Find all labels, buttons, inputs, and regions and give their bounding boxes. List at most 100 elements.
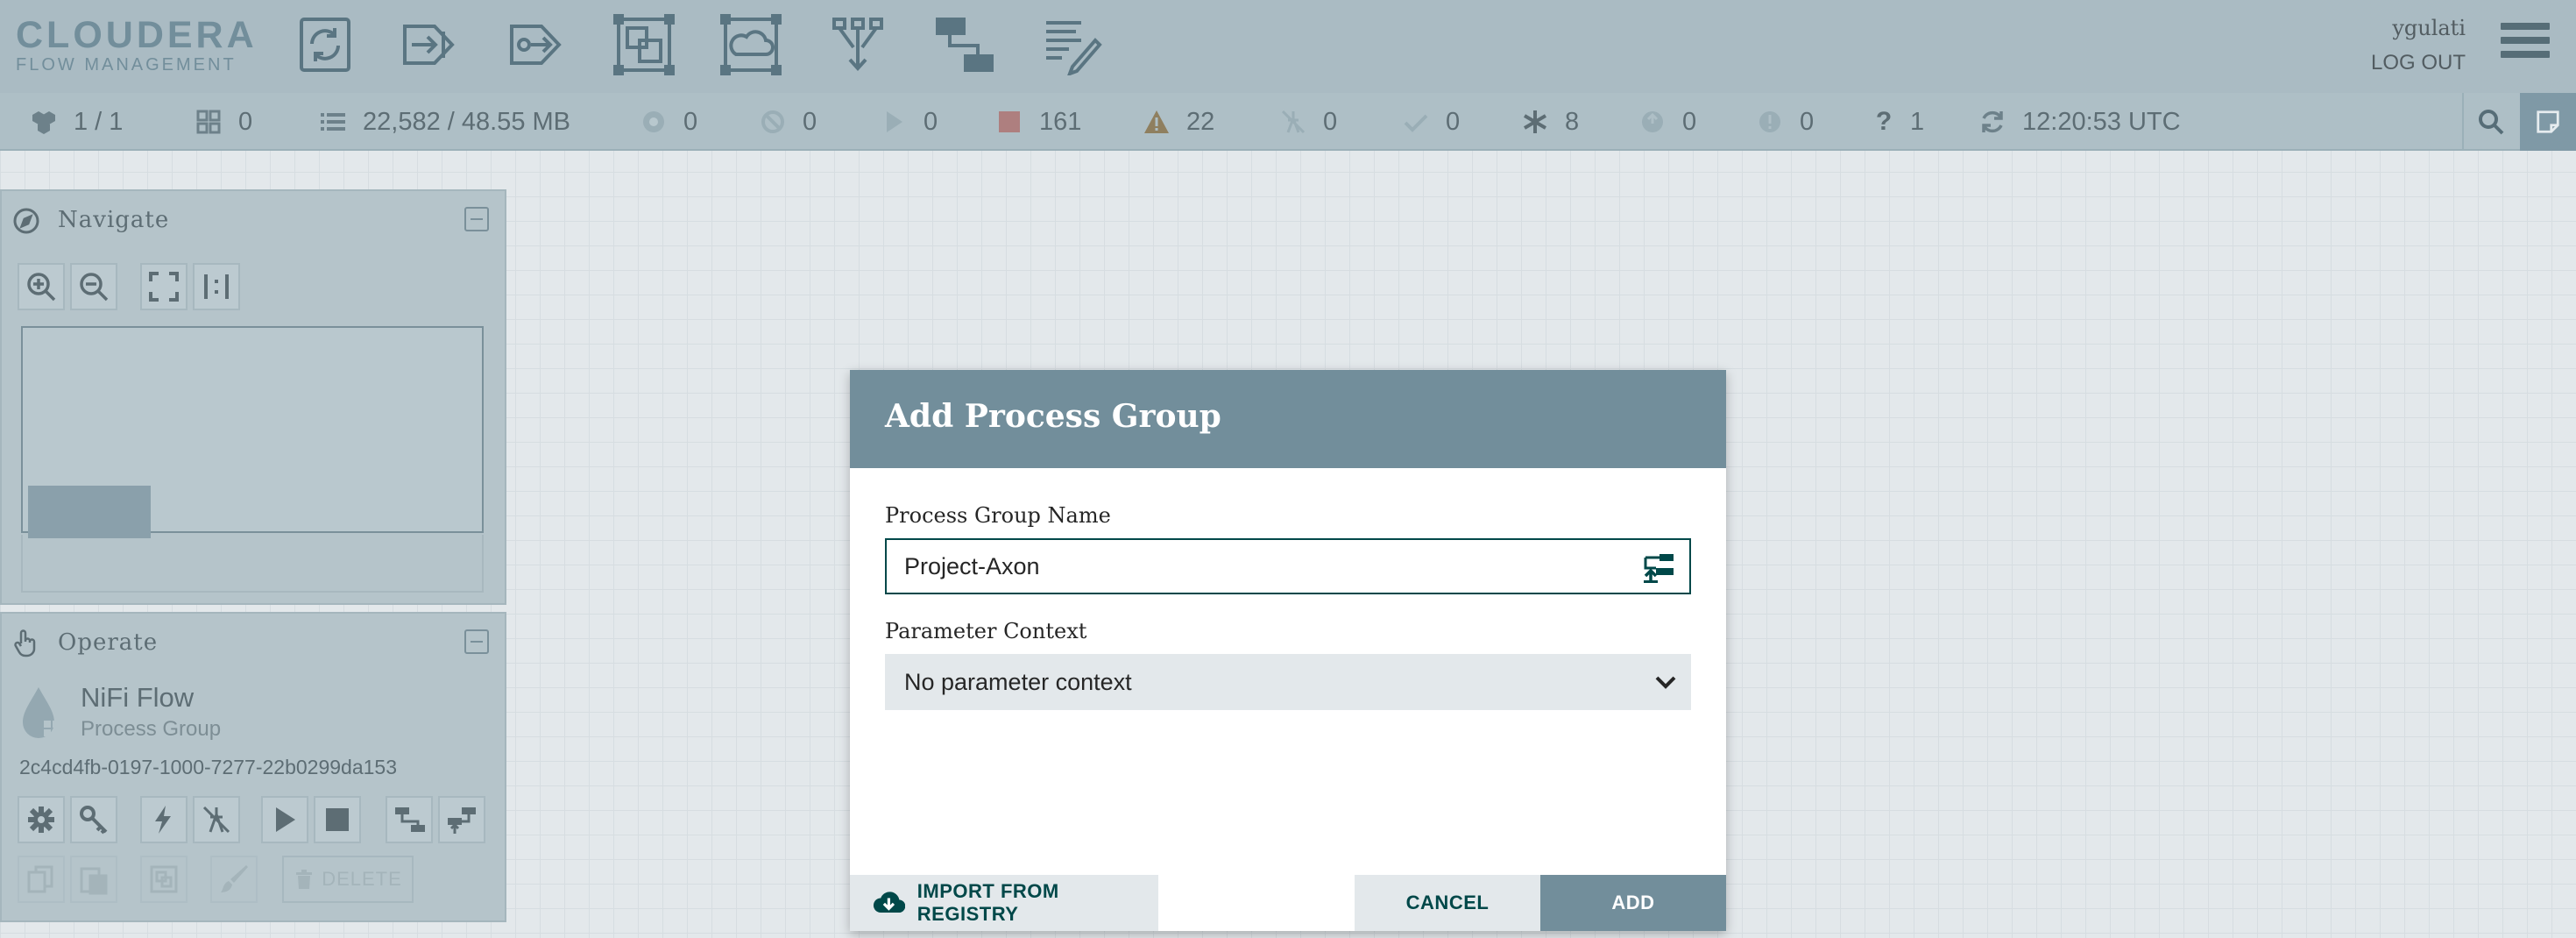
operate-collapse-button[interactable] (464, 629, 489, 654)
operate-component-id: 2c4cd4fb-0197-1000-7277-22b0299da153 (19, 756, 397, 778)
key-icon (80, 806, 108, 835)
stat-locally-modified-value: 8 (1565, 107, 1580, 136)
not-transmitting-icon (759, 108, 787, 136)
zoom-out-icon (80, 273, 109, 302)
stop-icon (326, 808, 349, 831)
stat-not-transmitting-rpg-value: 0 (803, 107, 817, 136)
logo-line1: CLOUDERA (16, 14, 258, 56)
sticky-note-icon (2537, 110, 2559, 133)
stat-locally-modified-stale-value: 0 (1800, 107, 1815, 136)
input-port-icon[interactable] (400, 14, 461, 75)
disable-button[interactable] (193, 796, 240, 843)
bulletin-board-button[interactable] (2520, 93, 2576, 151)
color-button[interactable] (210, 856, 258, 903)
output-port-icon[interactable] (506, 14, 568, 75)
asterisk-icon (1521, 108, 1549, 136)
template-upload-icon (448, 807, 476, 834)
check-icon (1402, 108, 1430, 136)
fit-button[interactable] (140, 263, 188, 310)
copy-icon (27, 865, 53, 893)
parameter-context-select[interactable]: No parameter context (885, 654, 1691, 710)
play-icon (276, 807, 295, 832)
disable-icon (202, 806, 230, 834)
stat-transmitting-value: 0 (238, 107, 253, 136)
stop-button[interactable] (314, 796, 361, 843)
operate-component-type: Process Group (81, 717, 222, 741)
paintbrush-icon (221, 865, 248, 892)
refresh-icon[interactable] (1978, 108, 2006, 136)
remote-process-group-icon[interactable] (720, 14, 782, 75)
compass-icon (13, 208, 39, 234)
stat-locally-modified-stale: 0 (1756, 93, 1814, 151)
stale-icon (1638, 108, 1667, 136)
copy-button[interactable] (18, 856, 65, 903)
stat-invalid-value: 22 (1186, 107, 1215, 136)
cloudera-logo: CLOUDERA FLOW MANAGEMENT (16, 16, 258, 75)
process-group-name-input[interactable] (885, 538, 1691, 594)
actual-size-icon (204, 274, 229, 299)
transmitting-icon (640, 108, 668, 136)
app-header: CLOUDERA FLOW MANAGEMENT ygulati LOG OUT (0, 0, 2576, 93)
list-icon (319, 108, 347, 136)
process-group-icon[interactable] (613, 14, 675, 75)
paste-icon (80, 867, 108, 895)
birdseye-view[interactable] (21, 326, 484, 538)
stat-last-refreshed[interactable]: 12:20:53 UTC (1978, 93, 2181, 151)
stat-transmitting-rpg-value: 0 (683, 107, 698, 136)
zoom-in-button[interactable] (18, 263, 65, 310)
delete-button[interactable]: DELETE (282, 856, 414, 903)
stat-not-transmitting-rpg: 0 (759, 93, 817, 151)
stat-running: 0 (880, 93, 938, 151)
upload-flow-icon[interactable] (1640, 549, 1675, 584)
birdseye-viewport[interactable] (28, 486, 151, 538)
cancel-button[interactable]: CANCEL (1355, 875, 1540, 931)
nifi-drop-icon (23, 687, 60, 738)
add-button[interactable]: ADD (1540, 875, 1726, 931)
stat-queued: 22,582 / 48.55 MB (319, 93, 570, 151)
stat-sync-failure: ? 1 (1870, 93, 1924, 151)
configure-button[interactable] (18, 796, 65, 843)
play-icon (880, 108, 908, 136)
stat-transmitting: 0 (195, 93, 252, 151)
create-template-button[interactable] (386, 796, 433, 843)
group-icon (150, 865, 178, 893)
search-button[interactable] (2462, 93, 2518, 151)
cloud-download-icon (874, 892, 905, 913)
global-menu-button[interactable] (2501, 23, 2550, 67)
parameter-context-value: No parameter context (904, 668, 1132, 695)
import-from-registry-button[interactable]: IMPORT FROM REGISTRY (850, 875, 1158, 931)
expand-icon (149, 272, 179, 302)
label-icon[interactable] (1041, 14, 1102, 77)
logout-link[interactable]: LOG OUT (2371, 51, 2466, 75)
warning-icon (1143, 108, 1171, 136)
access-policies-button[interactable] (70, 796, 117, 843)
funnel-icon[interactable] (827, 14, 888, 75)
zoom-out-button[interactable] (70, 263, 117, 310)
stat-stopped: 161 (995, 93, 1081, 151)
stat-running-value: 0 (924, 107, 938, 136)
upload-template-button[interactable] (438, 796, 485, 843)
exclamation-circle-icon (1756, 108, 1784, 136)
navigate-panel: Navigate (0, 189, 506, 605)
template-icon[interactable] (934, 14, 995, 75)
start-button[interactable] (261, 796, 308, 843)
import-from-registry-label: IMPORT FROM REGISTRY (916, 880, 1059, 925)
enable-button[interactable] (140, 796, 188, 843)
navigate-collapse-button[interactable] (464, 207, 489, 231)
process-group-name-label: Process Group Name (885, 503, 1111, 528)
stat-last-refreshed-value: 12:20:53 UTC (2022, 107, 2181, 136)
flow-status-bar: 1 / 1 0 22,582 / 48.55 MB 0 0 0 161 22 0… (0, 93, 2576, 151)
zoom-in-icon (27, 273, 56, 302)
logo-line2: FLOW MANAGEMENT (16, 55, 237, 75)
group-button[interactable] (140, 856, 188, 903)
hand-pointer-icon (14, 629, 36, 657)
stat-invalid: 22 (1143, 93, 1214, 151)
actual-size-button[interactable] (193, 263, 240, 310)
gear-icon (28, 807, 54, 833)
processor-icon[interactable] (294, 14, 356, 75)
trash-icon (296, 870, 313, 889)
stat-stale-value: 0 (1682, 107, 1697, 136)
paste-button[interactable] (70, 856, 117, 903)
stat-locally-modified: 8 (1521, 93, 1579, 151)
operate-title: Operate (58, 629, 159, 656)
